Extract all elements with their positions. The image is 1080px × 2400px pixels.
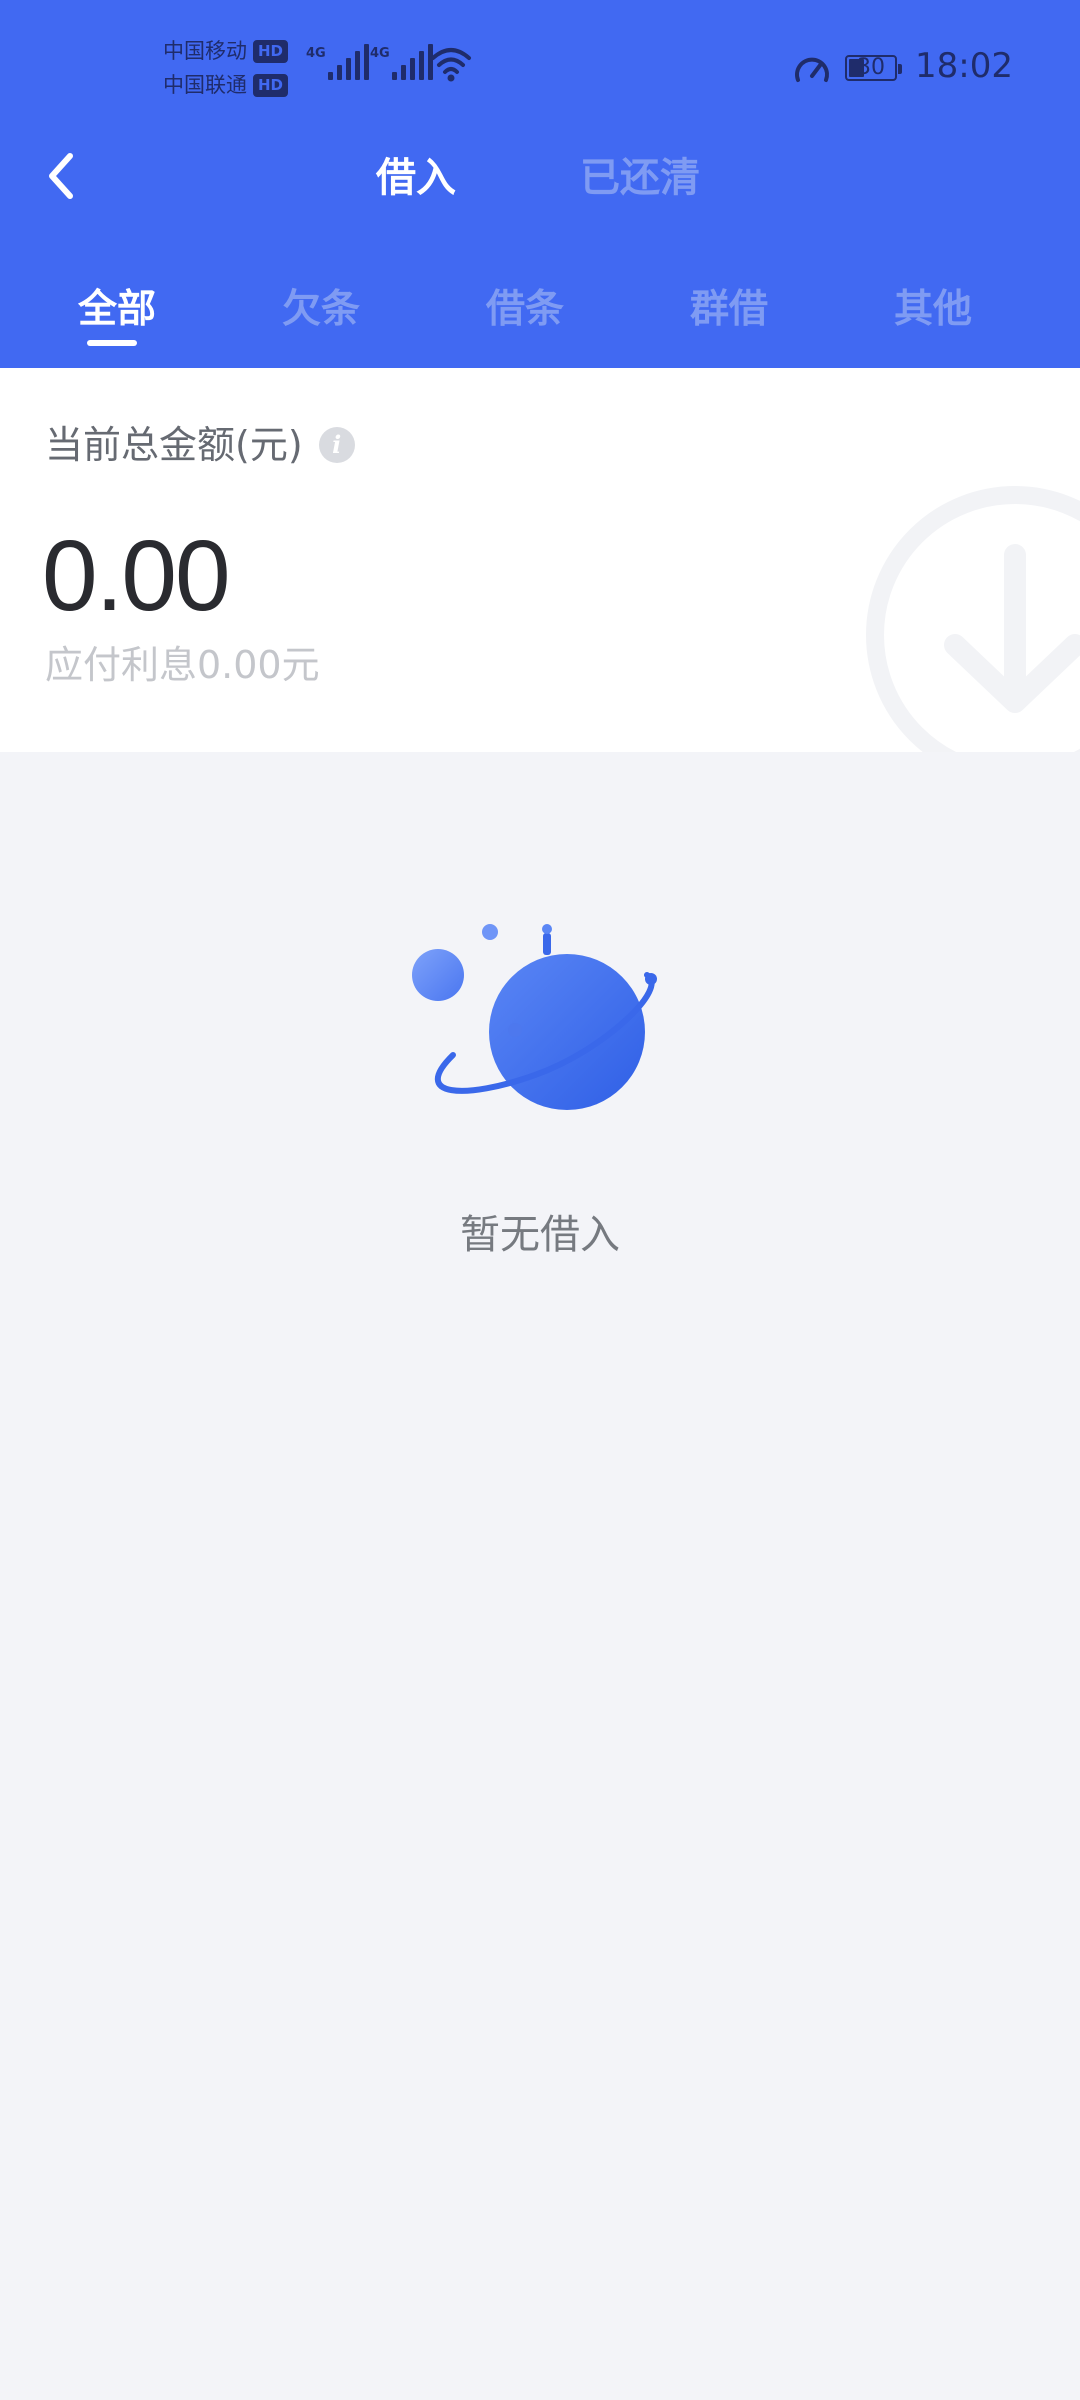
signal-bar xyxy=(363,44,369,80)
speed-gauge-icon xyxy=(795,57,829,82)
signal-bar xyxy=(391,72,397,80)
summary-label-row: 当前总金额(元) i xyxy=(45,420,355,470)
signal-bar xyxy=(345,58,351,80)
carrier-row-1: 中国移动 HD xyxy=(163,34,289,68)
wifi-icon xyxy=(431,48,471,82)
battery-icon: 30 xyxy=(845,55,902,81)
subtab-all[interactable]: 全部 xyxy=(72,280,162,340)
subtab-other[interactable]: 其他 xyxy=(888,280,978,340)
signal-bars-1 xyxy=(327,44,369,80)
signal-bar xyxy=(336,65,342,80)
signal-bar xyxy=(327,72,333,80)
status-time: 18:02 xyxy=(915,46,1013,86)
hd-badge-1: HD xyxy=(253,39,289,63)
carrier-info: 中国移动 HD 中国联通 HD xyxy=(163,34,289,102)
tab-repaid[interactable]: 已还清 xyxy=(580,148,700,208)
tab-borrowed[interactable]: 借入 xyxy=(376,148,456,208)
signal-icon-2: 4G xyxy=(370,44,433,80)
subtab-iou[interactable]: 欠条 xyxy=(276,280,366,340)
interest-payable: 应付利息0.00元 xyxy=(45,643,320,687)
total-amount-label: 当前总金额(元) xyxy=(45,423,303,467)
signal-icon-1: 4G xyxy=(306,44,369,80)
network-tag-2: 4G xyxy=(370,46,390,61)
signal-bar xyxy=(400,65,406,80)
signal-bar xyxy=(418,51,424,80)
info-icon[interactable]: i xyxy=(318,427,355,463)
signal-bar xyxy=(354,51,360,80)
battery-level: 30 xyxy=(857,55,885,80)
carrier-row-2: 中国联通 HD xyxy=(163,68,289,102)
back-button[interactable] xyxy=(36,148,86,204)
subtab-group-loan[interactable]: 群借 xyxy=(684,280,774,340)
hd-badge-2: HD xyxy=(253,73,289,97)
download-arrow-watermark-icon xyxy=(866,486,1080,752)
total-amount-value: 0.00 xyxy=(42,520,231,632)
status-bar: 中国移动 HD 中国联通 HD 4G 4G 30 18:02 xyxy=(0,0,1080,130)
chevron-left-icon xyxy=(49,153,73,199)
planet-illustration-icon xyxy=(412,924,657,1110)
subtab-loan-note[interactable]: 借条 xyxy=(480,280,570,340)
carrier-2-name: 中国联通 xyxy=(163,72,247,97)
app-header: 中国移动 HD 中国联通 HD 4G 4G 30 18:02 借入 已还清 全部… xyxy=(0,0,1080,368)
network-tag-1: 4G xyxy=(306,46,326,61)
signal-bars-2 xyxy=(391,44,433,80)
active-tab-indicator xyxy=(87,340,137,346)
signal-bar xyxy=(409,58,415,80)
empty-state-text: 暂无借入 xyxy=(460,1212,620,1258)
summary-card: 当前总金额(元) i 0.00 应付利息0.00元 xyxy=(0,368,1080,752)
carrier-1-name: 中国移动 xyxy=(163,38,247,63)
